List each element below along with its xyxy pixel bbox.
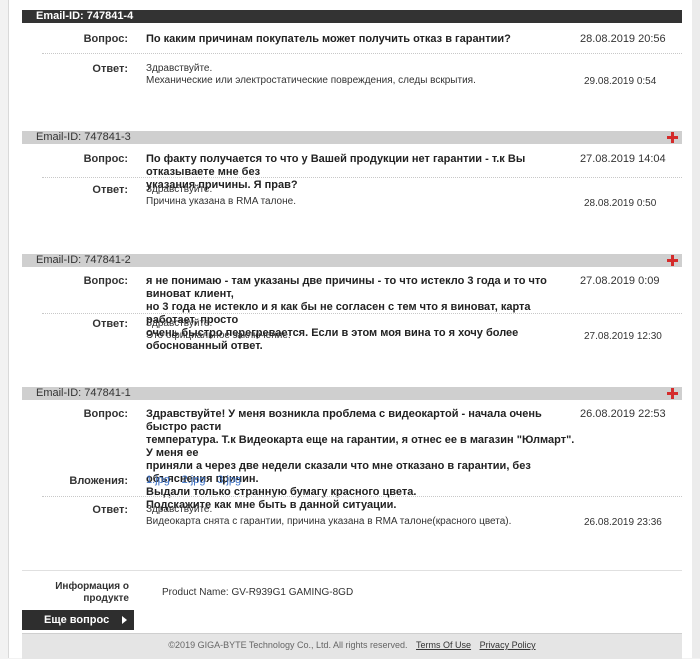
answer-label: Ответ: [92, 63, 128, 75]
answer-text: Здравствуйте. Видеокарта снята с гаранти… [146, 504, 512, 527]
attachments-label: Вложения: [69, 475, 128, 487]
question-date: 28.08.2019 20:56 [580, 33, 666, 45]
divider [42, 313, 682, 314]
expand-plus-icon[interactable] [667, 255, 678, 266]
expand-plus-icon[interactable] [667, 388, 678, 399]
divider [42, 53, 682, 54]
divider [42, 496, 682, 497]
thread-header: Email-ID: 747841-1 [22, 387, 682, 400]
answer-label: Ответ: [92, 504, 128, 516]
product-name: Product Name: GV-R939G1 GAMING-8GD [162, 587, 354, 598]
email-id: Email-ID: 747841-4 [36, 10, 134, 22]
email-id: Email-ID: 747841-1 [36, 387, 131, 399]
question-date: 26.08.2019 22:53 [580, 408, 666, 420]
privacy-policy-link[interactable]: Privacy Policy [480, 640, 536, 650]
attachment-link[interactable]: 1.jpg [146, 474, 170, 486]
divider [22, 570, 682, 571]
answer-date: 27.08.2019 12:30 [584, 331, 662, 342]
ask-another-question-button[interactable]: Еще вопрос [22, 610, 134, 630]
question-text: По каким причинам покупатель может получ… [146, 33, 511, 45]
thread-header: Email-ID: 747841-2 [22, 254, 682, 267]
answer-label: Ответ: [92, 184, 128, 196]
attachment-link[interactable]: 2.jpg [182, 474, 206, 486]
attachment-link[interactable]: 3.jpg [217, 474, 241, 486]
thread-header: Email-ID: 747841-3 [22, 131, 682, 144]
thread-header: Email-ID: 747841-4 [22, 10, 682, 23]
question-label: Вопрос: [83, 275, 128, 287]
expand-plus-icon[interactable] [667, 132, 678, 143]
answer-label: Ответ: [92, 318, 128, 330]
arrow-right-icon [122, 616, 127, 624]
copyright-text: ©2019 GIGA-BYTE Technology Co., Ltd. All… [168, 640, 408, 650]
thread-747841-3: Email-ID: 747841-3 [22, 131, 682, 144]
question-label: Вопрос: [83, 408, 128, 420]
answer-date: 28.08.2019 0:50 [584, 198, 657, 209]
answer-text: Здравствуйте. Механические или электрост… [146, 63, 476, 86]
email-id: Email-ID: 747841-3 [36, 131, 131, 143]
ask-button-label: Еще вопрос [44, 614, 110, 626]
page-scroll-edge [692, 0, 700, 658]
question-label: Вопрос: [83, 153, 128, 165]
terms-of-use-link[interactable]: Terms Of Use [416, 640, 471, 650]
thread-747841-4: Email-ID: 747841-4 [22, 10, 682, 23]
question-date: 27.08.2019 14:04 [580, 153, 666, 165]
answer-date: 26.08.2019 23:36 [584, 517, 662, 528]
attachments-list: 1.jpg 2.jpg 3.jpg [146, 474, 576, 487]
email-id: Email-ID: 747841-2 [36, 254, 131, 266]
product-info-label: Информация о продукте [55, 581, 129, 604]
footer: ©2019 GIGA-BYTE Technology Co., Ltd. All… [22, 633, 682, 659]
answer-text: Здравствуйте. Причина указана в RMA тало… [146, 184, 296, 207]
thread-747841-1: Email-ID: 747841-1 [22, 387, 682, 400]
divider [42, 177, 682, 178]
question-label: Вопрос: [83, 33, 128, 45]
answer-date: 29.08.2019 0:54 [584, 76, 657, 87]
answer-text: Здравствуйте. Это официальное заключение… [146, 318, 291, 341]
question-date: 27.08.2019 0:09 [580, 275, 660, 287]
thread-747841-2: Email-ID: 747841-2 [22, 254, 682, 267]
